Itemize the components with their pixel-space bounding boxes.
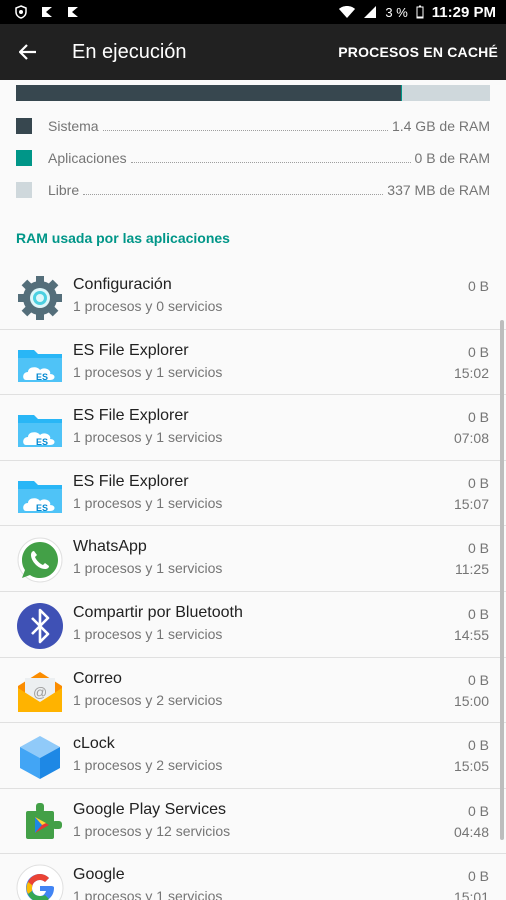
app-time: 15:07 (453, 495, 489, 512)
cached-processes-button[interactable]: PROCESOS EN CACHÉ (338, 44, 498, 60)
bolt-flag-icon (68, 7, 78, 17)
app-name: ES File Explorer (73, 472, 189, 490)
app-process-info: 1 procesos y 1 servicios (73, 625, 223, 642)
app-process-info: 1 procesos y 2 servicios (73, 691, 223, 708)
app-name: Compartir por Bluetooth (73, 603, 243, 621)
list-item[interactable]: @ Correo 1 procesos y 2 servicios 0 B 15… (0, 658, 506, 724)
list-item[interactable]: Compartir por Bluetooth 1 procesos y 1 s… (0, 592, 506, 658)
svg-text:ES: ES (36, 437, 48, 447)
shield-icon (15, 5, 27, 19)
apps-color-swatch (16, 150, 32, 166)
bluetooth-icon (17, 602, 63, 649)
app-time: 04:48 (453, 823, 489, 840)
settings-icon (18, 276, 62, 320)
battery-percent: 3 % (385, 4, 408, 20)
legend-value: 0 B de RAM (414, 150, 490, 166)
whatsapp-icon (17, 537, 63, 583)
app-process-info: 1 procesos y 1 servicios (73, 363, 223, 380)
app-ram-size: 0 B (467, 868, 489, 885)
app-name: ES File Explorer (73, 407, 189, 425)
app-process-info: 1 procesos y 12 servicios (73, 822, 231, 839)
bolt-flag-icon (42, 7, 52, 17)
app-ram-size: 0 B (467, 409, 489, 426)
svg-text:ES: ES (36, 372, 48, 382)
app-time: 14:55 (453, 626, 489, 643)
legend-value: 1.4 GB de RAM (391, 118, 490, 134)
es-file-explorer-icon: ES (18, 349, 62, 382)
app-ram-size: 0 B (467, 802, 489, 819)
app-time: 15:00 (453, 692, 489, 709)
svg-text:@: @ (33, 684, 47, 700)
list-item[interactable]: ES ES File Explorer 1 procesos y 1 servi… (0, 330, 506, 396)
app-process-info: 1 procesos y 1 servicios (73, 560, 223, 577)
app-process-info: 1 procesos y 2 servicios (73, 757, 223, 774)
legend-system: Sistema 1.4 GB de RAM (16, 110, 490, 142)
app-process-info: 1 procesos y 1 servicios (73, 494, 223, 511)
free-color-swatch (16, 182, 32, 198)
page-title: En ejecución (72, 40, 187, 63)
list-item[interactable]: WhatsApp 1 procesos y 1 servicios 0 B 11… (0, 526, 506, 592)
app-name: Correo (73, 669, 122, 687)
app-ram-size: 0 B (467, 605, 489, 622)
app-time: 15:02 (453, 364, 489, 381)
app-time: 07:08 (453, 430, 489, 447)
list-item[interactable]: ES ES File Explorer 1 procesos y 1 servi… (0, 461, 506, 527)
app-time: 11:25 (455, 561, 489, 578)
list-item[interactable]: Google 1 procesos y 1 servicios 0 B 15:0… (0, 854, 506, 900)
legend-label: Libre (48, 182, 80, 198)
app-process-info: 1 procesos y 1 servicios (73, 429, 223, 446)
app-ram-size: 0 B (467, 737, 489, 754)
app-name: Google (73, 866, 125, 884)
google-icon (16, 864, 64, 900)
section-header: RAM usada por las aplicaciones (16, 230, 230, 246)
back-button[interactable] (0, 24, 56, 80)
wifi-icon (339, 6, 356, 18)
app-ram-size: 0 B (467, 278, 489, 294)
battery-icon (416, 5, 424, 19)
list-item[interactable]: Configuración 1 procesos y 0 servicios 0… (0, 264, 506, 330)
signal-icon (364, 6, 377, 18)
es-file-explorer-icon: ES (18, 415, 62, 448)
system-color-swatch (16, 118, 32, 134)
clock-cube-icon (20, 736, 60, 780)
app-name: cLock (73, 735, 115, 753)
clock-time: 11:29 PM (431, 3, 496, 21)
legend-value: 337 MB de RAM (387, 182, 490, 198)
list-item[interactable]: ES ES File Explorer 1 procesos y 1 servi… (0, 395, 506, 461)
app-ram-size: 0 B (467, 474, 489, 491)
app-name: WhatsApp (73, 538, 147, 556)
status-bar: 3 % 11:29 PM (0, 0, 506, 24)
play-services-icon (26, 802, 62, 839)
ram-system-segment (16, 85, 401, 101)
ram-usage-bar (16, 85, 490, 101)
app-ram-size: 0 B (467, 671, 489, 688)
svg-text:ES: ES (36, 503, 48, 513)
arrow-back-icon (19, 44, 36, 60)
ram-apps-segment (401, 85, 402, 101)
app-process-info: 1 procesos y 0 servicios (73, 298, 223, 314)
app-name: Configuración (73, 276, 172, 293)
legend-label: Sistema (48, 118, 99, 134)
app-time: 15:05 (453, 758, 489, 775)
app-time: 15:01 (453, 889, 489, 900)
app-name: Google Play Services (73, 800, 226, 818)
list-item[interactable]: cLock 1 procesos y 2 servicios 0 B 15:05 (0, 723, 506, 789)
list-item[interactable]: Google Play Services 1 procesos y 12 ser… (0, 789, 506, 855)
es-file-explorer-icon: ES (18, 480, 62, 513)
mail-icon: @ (18, 671, 62, 712)
scrollbar[interactable] (500, 320, 504, 840)
legend-label: Aplicaciones (48, 150, 127, 166)
running-apps-list: Configuración 1 procesos y 0 servicios 0… (0, 264, 506, 900)
app-name: ES File Explorer (73, 341, 189, 359)
toolbar: En ejecución PROCESOS EN CACHÉ (0, 24, 506, 80)
app-ram-size: 0 B (467, 540, 489, 557)
app-process-info: 1 procesos y 1 servicios (73, 888, 223, 900)
legend-free: Libre 337 MB de RAM (16, 174, 490, 206)
legend-apps: Aplicaciones 0 B de RAM (16, 142, 490, 174)
app-ram-size: 0 B (467, 343, 489, 360)
